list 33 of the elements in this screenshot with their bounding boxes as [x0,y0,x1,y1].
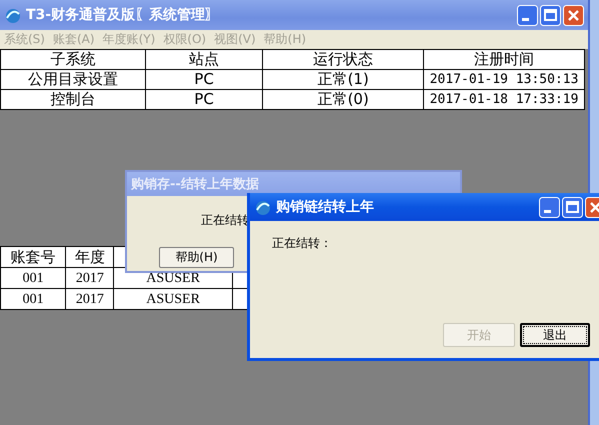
table-cell: 2017-01-18 17:33:19 [424,90,584,110]
dialog-title: 购销链结转上年 [276,198,375,216]
column-header: 账套号 [0,246,66,268]
status-message: 正在结转 [201,212,249,229]
column-header: 注册时间 [424,50,584,70]
table-cell: 正常(0) [262,90,424,110]
table-cell: 控制台 [0,90,146,110]
table-cell: 2017 [66,288,114,310]
column-header: 运行状态 [262,50,424,70]
table-cell: 2017 [66,268,114,288]
maximize-icon[interactable] [562,196,583,218]
table-cell: ASUSER [114,288,232,310]
dialog-button[interactable]: 帮助(H) [159,247,234,268]
table-cell: PC [145,90,263,110]
status-message: 正在结转： [272,235,332,252]
dialog-button[interactable]: 退出 [520,323,590,347]
table-cell: PC [145,70,263,90]
window-title: T3-财务通普及版〖系统管理〗 [26,6,220,24]
close-icon[interactable] [563,4,584,26]
table-cell: 001 [0,268,66,288]
column-header: 年度 [66,246,114,268]
table-cell: 001 [0,288,66,310]
app-logo-icon [254,198,272,216]
minimize-icon[interactable] [539,196,560,218]
table-cell: 公用目录设置 [0,70,146,90]
maximize-icon[interactable] [540,4,561,26]
table-cell: 正常(1) [262,70,424,90]
table-cell: 2017-01-19 13:50:13 [424,70,584,90]
column-header: 子系统 [0,50,146,70]
app-logo-icon [4,6,22,24]
dialog-title: 购销存--结转上年数据 [131,176,260,193]
minimize-icon[interactable] [517,4,538,26]
column-header: 站点 [145,50,263,70]
